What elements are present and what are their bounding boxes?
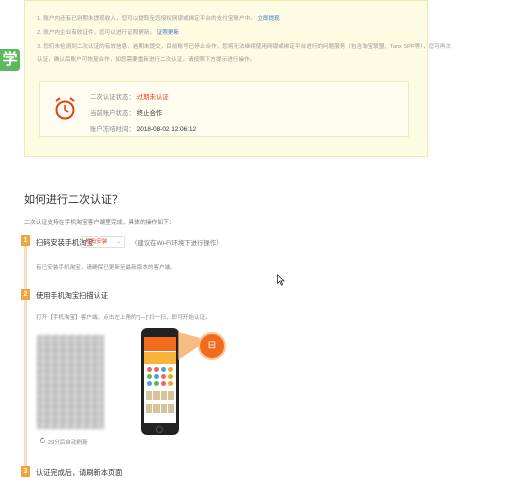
step-3-number: 3 (21, 466, 30, 477)
phone-banner (144, 352, 176, 364)
side-badge[interactable]: 学 (0, 49, 20, 71)
scan-icon: ⊟ (198, 332, 226, 360)
notice-line-1: 1. 账户内还有已到期未提现收入，您可以提取至您授权网银或绑定平台的支付宝账户中… (37, 14, 280, 22)
account-status-row: 当前账户状态： 终止合作 (90, 108, 162, 117)
withdraw-link[interactable]: 立即提现 (257, 16, 279, 22)
freeze-time-value: 2018-08-02 12:06:12 (136, 126, 197, 133)
phone-products (144, 389, 176, 402)
cert-status-row: 二次认证状态： 过期未认证 (90, 92, 169, 101)
account-status-value: 终止合作 (136, 110, 163, 117)
chevron-down-icon: ⌄ (115, 239, 121, 245)
mouse-cursor-icon (277, 274, 285, 286)
license-update-link[interactable]: 证照更新 (157, 30, 179, 36)
notice-line-1-text: 1. 账户内还有已到期未提现收入，您可以提取至您授权网银或绑定平台的支付宝账户中… (37, 16, 256, 22)
phone-products-row-2 (144, 402, 176, 415)
wifi-hint: （建议在Wi-Fi环境下进行操作） (131, 240, 223, 247)
status-box: 二次认证状态： 过期未认证 当前账户状态： 终止合作 账户冻结时间： 2018-08-… (39, 81, 409, 137)
step-1-subtext: 有已安装手机淘宝，请确保已更新至最新版本的客户端。 (36, 265, 176, 271)
freeze-time-row: 账户冻结时间： 2018-08-02 12:06:12 (90, 124, 196, 133)
qr-code (37, 335, 104, 429)
refresh-icon[interactable] (39, 437, 46, 444)
step-2-number: 2 (21, 289, 30, 300)
notice-line-4: 认证，确认后账户可恢复合作，如您需要重新进行二次认证，请按照下方提示进行操作。 (37, 57, 256, 63)
notice-line-3: 3. 您们未检测到二次认证的有效信息，逾期未提交，目前账号已停止合作，您将无法继… (37, 44, 451, 50)
step-2-instruction: 打开【手机淘宝】客户端，点击左上角的“[—]”扫一扫，即可开始认证。 (36, 315, 211, 321)
how-to-title: 如何进行二次认证？ (24, 194, 123, 206)
install-dropdown-value: 扫码安装 (85, 239, 108, 245)
step-2-title: 使用手机淘宝扫描认证 (36, 291, 108, 300)
cert-status-label: 二次认证状态： (90, 94, 135, 101)
step-3-title: 认证完成后，请刷新本页面 (36, 468, 123, 477)
notice-line-2-text: 2. 账户内企业有效证件，您可以进行证照更新。 (37, 30, 156, 36)
how-to-desc: 二次认证支持在手机淘宝客户端里完成，具体的操作如下： (24, 220, 175, 226)
alarm-clock-icon (55, 97, 75, 120)
freeze-time-label: 账户冻结时间： (90, 126, 135, 133)
phone-home-button (156, 426, 163, 433)
cert-status-value: 过期未认证 (136, 94, 169, 101)
steps-rail (24, 244, 27, 474)
step-1-number: 1 (21, 235, 30, 246)
phone-illustration (141, 328, 179, 435)
notice-panel: 1. 账户内还有已到期未提现收入，您可以提取至您授权网银或绑定平台的支付宝账户中… (24, 0, 451, 157)
qr-refresh-text: 29分后自动刷新 (48, 440, 88, 446)
phone-screen (144, 337, 176, 423)
phone-app-header (144, 337, 176, 351)
notice-line-2: 2. 账户内企业有效证件，您可以进行证照更新。 证照更新 (37, 28, 179, 36)
phone-category-icons (144, 364, 176, 389)
install-dropdown[interactable]: 扫码安装 ⌄ (81, 236, 125, 248)
account-status-label: 当前账户状态： (90, 110, 135, 117)
